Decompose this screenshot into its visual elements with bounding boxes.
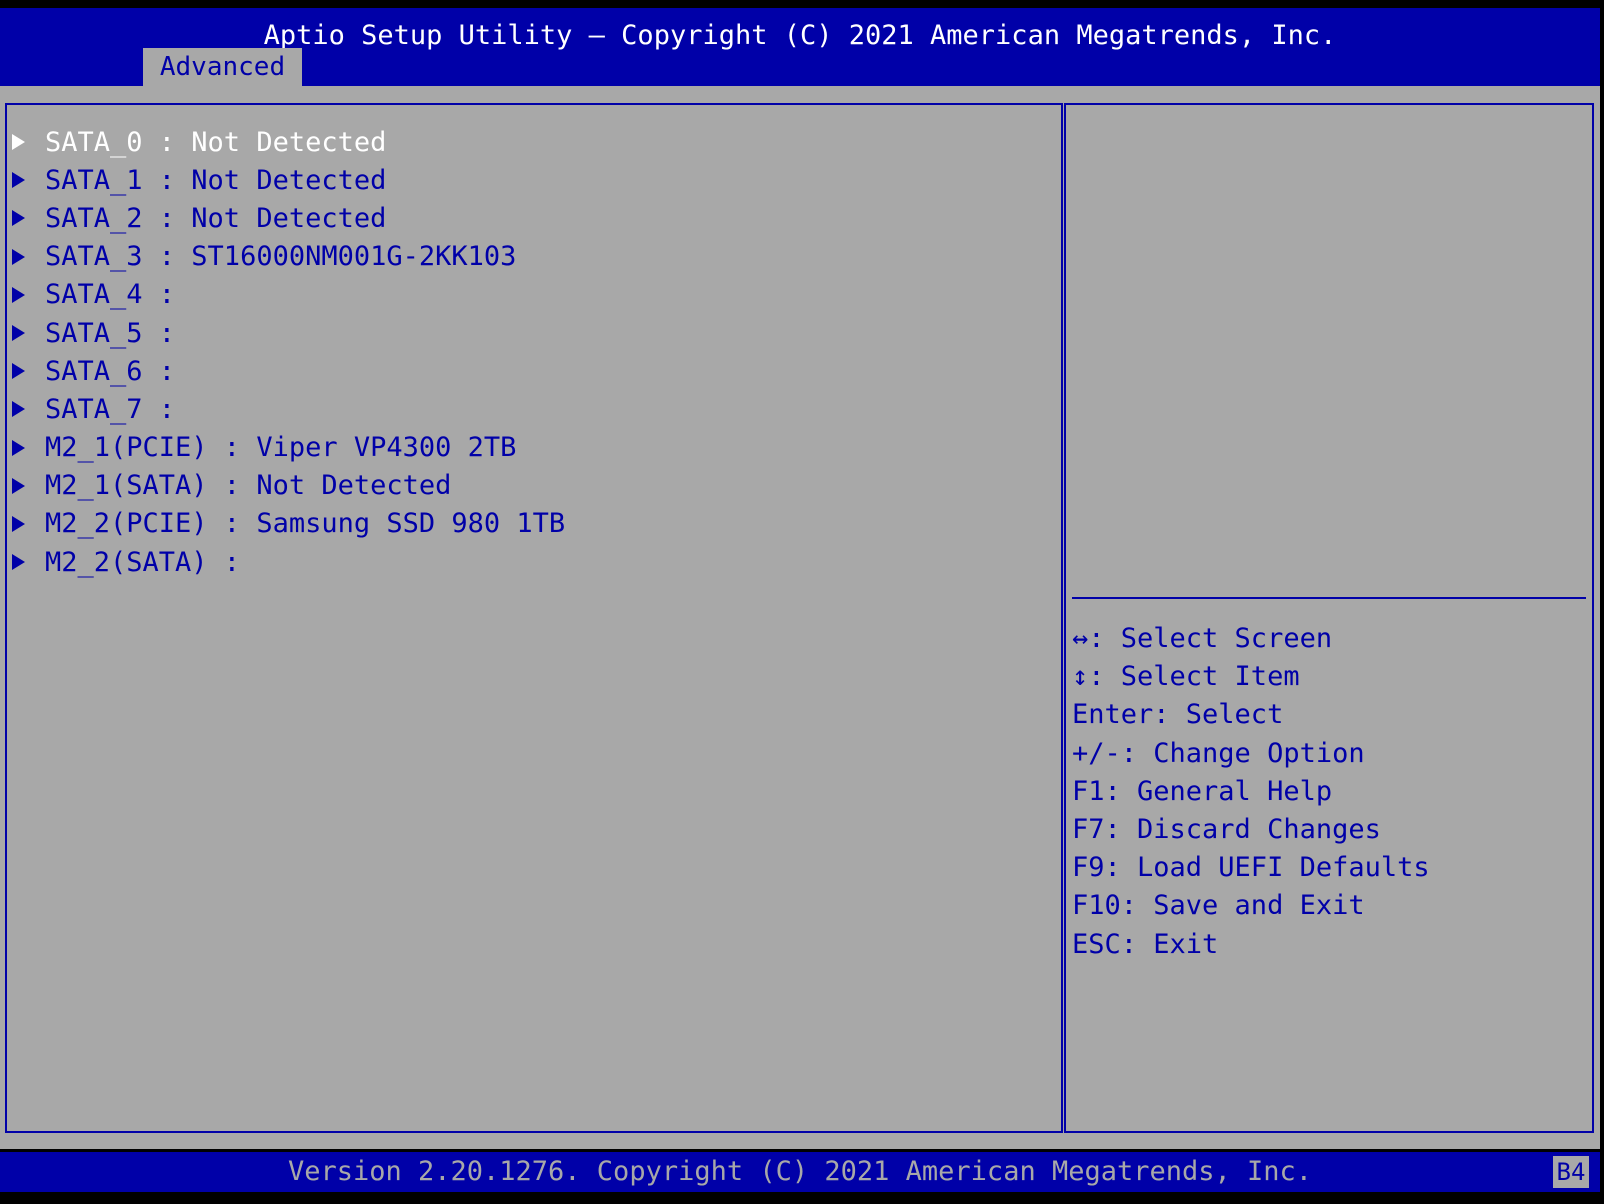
post-code-badge: B4 bbox=[1553, 1156, 1589, 1188]
help-discard-changes: F7: Discard Changes bbox=[1072, 813, 1381, 845]
menu-item-label: SATA_7 : bbox=[45, 393, 176, 425]
menu-item-label: SATA_0 : Not Detected bbox=[45, 126, 387, 158]
submenu-arrow-icon bbox=[12, 515, 25, 532]
tab-advanced[interactable]: Advanced bbox=[143, 48, 302, 86]
submenu-arrow-icon bbox=[12, 210, 25, 227]
submenu-arrow-icon bbox=[12, 172, 25, 189]
menu-item-label: SATA_6 : bbox=[45, 355, 176, 387]
key-help-list: ↔: Select Screen ↕: Select Item Enter: S… bbox=[1072, 620, 1430, 964]
menu-item-sata-1[interactable]: SATA_1 : Not Detected bbox=[12, 161, 565, 199]
menu-item-sata-2[interactable]: SATA_2 : Not Detected bbox=[12, 199, 565, 237]
menu-item-label: SATA_4 : bbox=[45, 279, 176, 311]
menu-item-label: M2_1(SATA) : Not Detected bbox=[45, 470, 452, 502]
footer-bar: Version 2.20.1276. Copyright (C) 2021 Am… bbox=[0, 1152, 1600, 1192]
help-panel bbox=[1064, 103, 1594, 1133]
menu-item-m2-1-sata[interactable]: M2_1(SATA) : Not Detected bbox=[12, 467, 565, 505]
submenu-arrow-icon bbox=[12, 325, 25, 342]
menu-item-label: SATA_5 : bbox=[45, 317, 176, 349]
help-enter-select: Enter: Select bbox=[1072, 699, 1284, 731]
menu-item-label: M2_2(SATA) : bbox=[45, 546, 241, 578]
help-select-item: ↕: Select Item bbox=[1072, 661, 1300, 693]
menu-item-sata-5[interactable]: SATA_5 : bbox=[12, 314, 565, 352]
help-load-defaults: F9: Load UEFI Defaults bbox=[1072, 852, 1430, 884]
header-bar: Aptio Setup Utility – Copyright (C) 2021… bbox=[0, 8, 1600, 86]
help-change-option: +/-: Change Option bbox=[1072, 737, 1365, 769]
menu-item-sata-4[interactable]: SATA_4 : bbox=[12, 276, 565, 314]
submenu-arrow-icon bbox=[12, 477, 25, 494]
menu-item-sata-0[interactable]: SATA_0 : Not Detected bbox=[12, 123, 565, 161]
menu-item-label: M2_2(PCIE) : Samsung SSD 980 1TB bbox=[45, 508, 566, 540]
help-select-screen: ↔: Select Screen bbox=[1072, 623, 1333, 654]
menu-item-m2-1-pcie[interactable]: M2_1(PCIE) : Viper VP4300 2TB bbox=[12, 429, 565, 467]
help-esc-exit: ESC: Exit bbox=[1072, 928, 1219, 960]
menu-item-label: SATA_2 : Not Detected bbox=[45, 202, 387, 234]
submenu-arrow-icon bbox=[12, 363, 25, 380]
submenu-arrow-icon bbox=[12, 248, 25, 265]
menu-item-sata-6[interactable]: SATA_6 : bbox=[12, 352, 565, 390]
submenu-arrow-icon bbox=[12, 439, 25, 456]
submenu-arrow-icon bbox=[12, 554, 25, 571]
help-divider bbox=[1072, 597, 1586, 599]
submenu-arrow-icon bbox=[12, 401, 25, 418]
menu-item-m2-2-pcie[interactable]: M2_2(PCIE) : Samsung SSD 980 1TB bbox=[12, 505, 565, 543]
submenu-arrow-icon bbox=[12, 286, 25, 303]
menu-item-sata-7[interactable]: SATA_7 : bbox=[12, 390, 565, 428]
help-general-help: F1: General Help bbox=[1072, 775, 1333, 807]
menu-item-label: SATA_1 : Not Detected bbox=[45, 164, 387, 196]
menu-item-label: M2_1(PCIE) : Viper VP4300 2TB bbox=[45, 432, 517, 464]
device-list: SATA_0 : Not Detected SATA_1 : Not Detec… bbox=[12, 123, 565, 581]
version-text: Version 2.20.1276. Copyright (C) 2021 Am… bbox=[287, 1156, 1313, 1187]
help-save-exit: F10: Save and Exit bbox=[1072, 890, 1365, 922]
menu-item-label: SATA_3 : ST16000NM001G-2KK103 bbox=[45, 241, 517, 273]
menu-item-sata-3[interactable]: SATA_3 : ST16000NM001G-2KK103 bbox=[12, 238, 565, 276]
menu-item-m2-2-sata[interactable]: M2_2(SATA) : bbox=[12, 543, 565, 581]
submenu-arrow-icon bbox=[12, 134, 25, 151]
